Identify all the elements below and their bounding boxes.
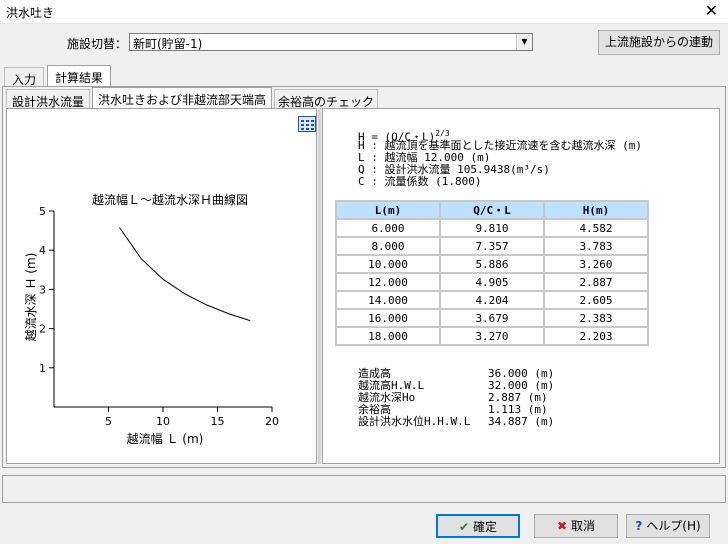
cell: 18.000 [337, 328, 439, 344]
results-table: L(m) Q/C・L H(m) 6.000 9.810 4.582 8.000 7.3… [335, 200, 649, 346]
cell: 4.582 [545, 220, 647, 236]
summary-label: 設計洪水水位H.H.W.L [358, 415, 471, 428]
y-tick-label: 4 [39, 244, 46, 257]
table-row: 16.000 3.679 2.383 [337, 310, 647, 326]
facility-value: 新町(貯留-1) [133, 37, 203, 51]
x-axis-label: 越流幅 Ｌ (m) [127, 431, 204, 446]
cell: 8.000 [337, 238, 439, 254]
cell: 16.000 [337, 310, 439, 326]
checkmark-icon: ✔ [458, 520, 470, 534]
summary-value: 34.887 (m) [488, 415, 555, 428]
cancel-label: 取消 [571, 519, 596, 533]
x-tick-label: 5 [105, 415, 112, 428]
status-bar [2, 475, 726, 503]
series-line [118, 227, 251, 322]
column-header: H(m) [545, 202, 647, 218]
cell: 3.783 [545, 238, 647, 254]
table-view-icon[interactable] [298, 116, 316, 132]
chevron-down-icon[interactable]: ▼ [516, 34, 532, 50]
question-icon: ? [635, 519, 643, 533]
help-label: ヘルプ(H) [646, 519, 701, 533]
y-axis-label: 越流水深 Ｈ (m) [24, 253, 38, 342]
table-row: 18.000 3.270 2.203 [337, 328, 647, 344]
ok-label: 確定 [473, 520, 498, 534]
curve-chart: 越流幅Ｌ～越流水深Ｈ曲線図 1 2 3 4 5 5 10 15 20 越流幅 Ｌ (m) 越流水… [24, 192, 279, 446]
cell: 10.000 [337, 256, 439, 272]
cell: 14.000 [337, 292, 439, 308]
formula-exponent: 2/3 [435, 129, 450, 138]
window-title: 洪水吐き [6, 6, 55, 20]
tab-design-flood[interactable]: 設計洪水流量 [6, 89, 90, 109]
cell: 4.905 [441, 274, 543, 290]
upstream-link-button[interactable]: 上流施設からの連動 [598, 30, 720, 55]
cell: 4.204 [441, 292, 543, 308]
table-row: 14.000 4.204 2.605 [337, 292, 647, 308]
table-row: 8.000 7.357 3.783 [337, 238, 647, 254]
table-row: 12.000 4.905 2.887 [337, 274, 647, 290]
title-bar: 洪水吐き ✕ [0, 0, 728, 24]
ok-button[interactable]: ✔ 確定 [436, 514, 520, 538]
cell: 12.000 [337, 274, 439, 290]
panel-divider[interactable] [318, 108, 321, 464]
x-tick-label: 15 [211, 415, 225, 428]
cell: 2.887 [545, 274, 647, 290]
y-tick-label: 2 [39, 323, 46, 336]
cross-icon: ✖ [556, 519, 568, 533]
cell: 6.000 [337, 220, 439, 236]
chart-panel: 越流幅Ｌ～越流水深Ｈ曲線図 1 2 3 4 5 5 10 15 20 越流幅 Ｌ (m) 越流水… [6, 108, 317, 464]
tab-freeboard-check[interactable]: 余裕高のチェック [274, 89, 378, 109]
table-row: 6.000 9.810 4.582 [337, 220, 647, 236]
y-tick-label: 5 [39, 205, 46, 218]
y-tick-label: 3 [39, 283, 46, 296]
cell: 9.810 [441, 220, 543, 236]
cell: 7.357 [441, 238, 543, 254]
cell: 5.886 [441, 256, 543, 272]
chart-ticks: 1 2 3 4 5 5 10 15 20 [39, 205, 279, 428]
help-button[interactable]: ? ヘルプ(H) [626, 514, 710, 538]
cell: 3.260 [545, 256, 647, 272]
chart-title: 越流幅Ｌ～越流水深Ｈ曲線図 [92, 192, 248, 207]
cell: 2.605 [545, 292, 647, 308]
y-tick-label: 1 [39, 362, 46, 375]
tab-spillway-crest[interactable]: 洪水吐きおよび非越流部天端高 [92, 87, 272, 108]
cell: 3.679 [441, 310, 543, 326]
column-header: Q/C・L [441, 202, 543, 218]
chart-axes [53, 211, 272, 408]
cell: 3.270 [441, 328, 543, 344]
column-header: L(m) [337, 202, 439, 218]
formula-c-def: C : 流量係数 (1.800) [358, 175, 482, 188]
close-icon[interactable]: ✕ [705, 1, 718, 20]
facility-label: 施設切替： [67, 37, 128, 51]
cell: 2.383 [545, 310, 647, 326]
tab-input[interactable]: 入力 [4, 67, 44, 87]
tab-results[interactable]: 計算結果 [47, 65, 111, 86]
cancel-button[interactable]: ✖ 取消 [534, 514, 618, 538]
x-tick-label: 20 [265, 415, 279, 428]
facility-select[interactable]: 新町(貯留-1) ▼ [129, 33, 533, 51]
x-tick-label: 10 [156, 415, 170, 428]
table-row: 10.000 5.886 3.260 [337, 256, 647, 272]
cell: 2.203 [545, 328, 647, 344]
